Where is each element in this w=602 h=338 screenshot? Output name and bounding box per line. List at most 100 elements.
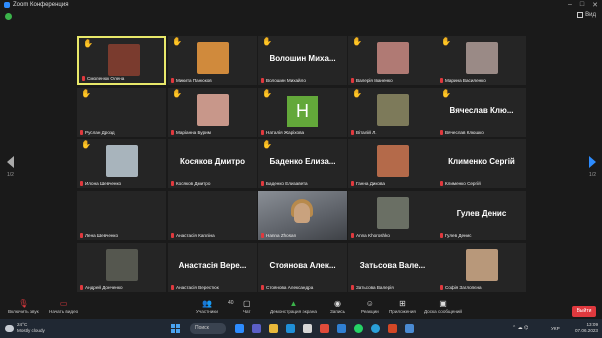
- start-video-button[interactable]: ▭ Начать видео: [49, 299, 78, 314]
- participant-name-tag: Лена Шевченко: [80, 233, 118, 238]
- participant-display-name: Клименко Сергій: [448, 157, 515, 166]
- participant-name-tag: Клименко Сергій: [440, 181, 481, 186]
- word-app-icon[interactable]: [337, 324, 346, 333]
- chrome-browser-icon[interactable]: [320, 324, 329, 333]
- participants-count: 40: [228, 300, 234, 306]
- participant-tile[interactable]: Вячеслав Клю... ✋ Вячеслав Клюшко: [437, 88, 526, 137]
- participant-name-tag: Стоянова Александра: [261, 285, 313, 290]
- muted-microphone-icon: 🎙: [18, 299, 29, 308]
- participant-tile[interactable]: Косяков Дмитро Косяков Дмитро: [168, 139, 257, 188]
- record-button[interactable]: ◉ Запись: [330, 299, 345, 314]
- participant-name: Руслан Дрозд: [85, 130, 115, 135]
- participant-tile[interactable]: Волошин Миха... ✋ Волошин Михайло: [258, 36, 347, 85]
- participant-tile[interactable]: Anna Khoroshko: [348, 191, 437, 240]
- reactions-button[interactable]: ☺ Реакции: [361, 299, 379, 314]
- whiteboard-button[interactable]: ▣ Доска сообщений: [424, 299, 462, 314]
- whiteboard-button-label: Доска сообщений: [424, 309, 462, 314]
- window-controls: – □ ✕: [568, 1, 598, 9]
- telegram-icon[interactable]: [371, 324, 380, 333]
- record-icon: ◉: [334, 299, 342, 308]
- maximize-icon[interactable]: □: [580, 1, 584, 9]
- system-clock[interactable]: 13:09 07.06.2023: [570, 322, 598, 334]
- participant-tile[interactable]: Лена Шевченко: [77, 191, 166, 240]
- leave-button[interactable]: Выйти: [572, 306, 596, 317]
- store-app-icon[interactable]: [303, 324, 312, 333]
- participant-display-name: Анастасія Вере...: [178, 261, 247, 270]
- participant-name: Віталій Л.: [356, 130, 377, 135]
- participant-tile[interactable]: Гулев Денис Гулев Денис: [437, 191, 526, 240]
- share-screen-button[interactable]: ▲ Демонстрация экрана: [270, 299, 317, 314]
- participant-tile[interactable]: Клименко Сергій Клименко Сергій: [437, 139, 526, 188]
- system-tray-icons[interactable]: ⌃ ☁ ⌬: [512, 325, 528, 331]
- previous-page-arrow-icon[interactable]: [7, 156, 14, 168]
- participant-tile[interactable]: Ганна Дикова: [348, 139, 437, 188]
- participant-tile[interactable]: Софія Заглопєна: [437, 243, 526, 292]
- security-shield-icon[interactable]: [5, 13, 12, 20]
- participant-tile[interactable]: Анастасія Вере... Анастасія Верестюк: [168, 243, 257, 292]
- apps-button[interactable]: ⊞ Приложения: [389, 299, 416, 314]
- participants-icon: 👥: [201, 299, 212, 308]
- participant-tile[interactable]: ✋ Смоленюк Олена: [77, 36, 166, 85]
- participant-name-tag: Руслан Дрозд: [80, 130, 115, 135]
- powerpoint-app-icon[interactable]: [388, 324, 397, 333]
- participant-name-tag: Вячеслав Клюшко: [440, 130, 484, 135]
- participants-button[interactable]: 👥 Участники: [196, 299, 218, 314]
- participant-tile[interactable]: ✋ Микита Панюков: [168, 36, 257, 85]
- participant-name: Валерія Іваненко: [356, 78, 393, 83]
- participant-tile[interactable]: Баденко Елиза... ✋ Баденко Елизавета: [258, 139, 347, 188]
- weather-condition: Mostly cloudy: [17, 328, 45, 333]
- participant-name: Наталія Жаріхова: [266, 130, 305, 135]
- start-menu-icon[interactable]: [171, 324, 180, 333]
- input-language[interactable]: УКР: [551, 326, 560, 331]
- participant-tile[interactable]: Стоянова Алек... Стоянова Александра: [258, 243, 347, 292]
- file-explorer-icon[interactable]: [269, 324, 278, 333]
- participant-display-name: Баденко Елиза...: [269, 157, 336, 166]
- share-screen-button-label: Демонстрация экрана: [270, 309, 317, 314]
- participant-tile[interactable]: ✋ Илона Шевченко: [77, 139, 166, 188]
- teams-app-icon[interactable]: [252, 324, 261, 333]
- reactions-button-label: Реакции: [361, 309, 379, 314]
- participant-tile[interactable]: ✋ Руслан Дрозд: [77, 88, 166, 137]
- unmute-button[interactable]: 🎙 Включить звук: [8, 299, 39, 314]
- reactions-icon: ☺: [365, 299, 374, 308]
- participant-tile[interactable]: Анастасія Капліна: [168, 191, 257, 240]
- participant-tile[interactable]: Hanna Zhosan: [258, 191, 347, 240]
- profile-photo: [197, 94, 229, 126]
- raised-hand-icon: ✋: [262, 37, 272, 46]
- participant-tile[interactable]: ✋ Марина Василенко: [437, 36, 526, 85]
- weather-widget[interactable]: 24°C Mostly cloudy: [5, 322, 45, 334]
- participant-name: Гулев Денис: [445, 233, 472, 238]
- participant-name: Волошин Михайло: [266, 78, 306, 83]
- muted-microphone-icon: [80, 233, 83, 238]
- participant-name: Микита Панюков: [176, 78, 212, 83]
- participant-tile[interactable]: ✋ Віталій Л.: [348, 88, 437, 137]
- close-icon[interactable]: ✕: [592, 1, 598, 9]
- participant-tile[interactable]: Андрей Донченко: [77, 243, 166, 292]
- muted-microphone-icon: [351, 285, 354, 290]
- raised-hand-icon: ✋: [81, 140, 91, 149]
- participant-tile[interactable]: ✋ Валерія Іваненко: [348, 36, 437, 85]
- muted-microphone-icon: [261, 78, 264, 83]
- participant-tile[interactable]: Затьсова Вале... Затьсова Валерія: [348, 243, 437, 292]
- whatsapp-icon[interactable]: [354, 324, 363, 333]
- edge-browser-icon[interactable]: [286, 324, 295, 333]
- profile-photo: [108, 44, 140, 76]
- participant-name-tag: Затьсова Валерія: [351, 285, 394, 290]
- zoom-app-icon[interactable]: [235, 324, 244, 333]
- participant-tile[interactable]: H ✋ Наталія Жаріхова: [258, 88, 347, 137]
- muted-microphone-icon: [351, 130, 354, 135]
- grid-view-icon: [577, 12, 584, 18]
- meeting-toolbar: 🎙 Включить звук ▭ Начать видео 👥 Участни…: [0, 297, 602, 319]
- viber-app-icon[interactable]: [405, 324, 414, 333]
- taskbar-search[interactable]: Поиск: [190, 323, 226, 334]
- next-page-arrow-icon[interactable]: [589, 156, 596, 168]
- apps-icon: ⊞: [399, 299, 406, 308]
- raised-hand-icon: ✋: [172, 89, 182, 98]
- participant-tile[interactable]: ✋ Маріанна Бурим: [168, 88, 257, 137]
- raised-hand-icon: ✋: [262, 89, 272, 98]
- chat-button[interactable]: ▢ Чат: [243, 299, 251, 314]
- view-button[interactable]: Вид: [577, 12, 596, 18]
- clock-date: 07.06.2023: [575, 328, 598, 333]
- profile-photo: [197, 42, 229, 74]
- minimize-icon[interactable]: –: [568, 1, 572, 9]
